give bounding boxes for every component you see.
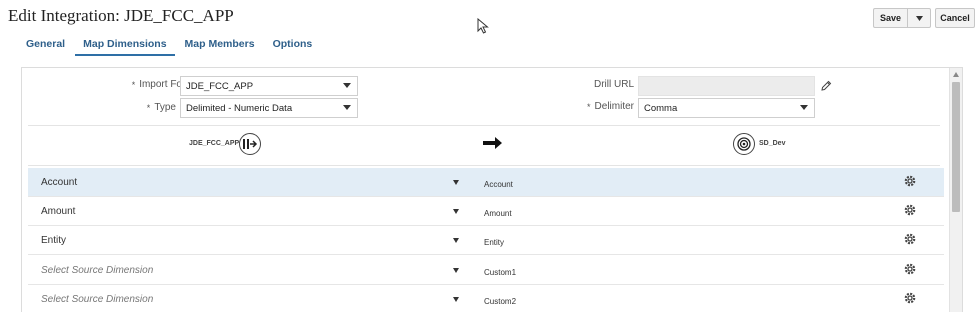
type-select[interactable]: Delimited - Numeric Data (180, 98, 358, 118)
tab-general[interactable]: General (18, 36, 73, 56)
source-connector-icon (239, 133, 261, 155)
gear-icon[interactable] (904, 175, 916, 187)
save-options-button[interactable] (907, 8, 931, 28)
save-button[interactable]: Save (873, 8, 907, 28)
tab-map-dimensions[interactable]: Map Dimensions (75, 36, 175, 56)
target-dimension: Account (484, 180, 513, 189)
source-dimension: Entity (41, 235, 67, 246)
divider (28, 125, 940, 126)
required-marker: * (146, 102, 151, 113)
source-app-name: JDE_FCC_APP (189, 140, 240, 147)
chevron-down-icon[interactable] (453, 268, 459, 273)
drill-url-input[interactable] (638, 76, 815, 96)
source-dimension-placeholder: Select Source Dimension (41, 294, 154, 305)
chevron-down-icon (800, 105, 808, 110)
type-label: Type (154, 102, 176, 113)
delimiter-label: Delimiter (594, 101, 634, 112)
tab-bar: General Map Dimensions Map Members Optio… (18, 36, 322, 56)
gear-icon[interactable] (904, 292, 916, 304)
mapping-row[interactable]: Select Source Dimension Custom2 (28, 285, 944, 312)
mapping-row[interactable]: Account Account (28, 168, 944, 197)
target-app-name: SD_Dev (759, 140, 786, 147)
mapping-row[interactable]: Select Source Dimension Custom1 (28, 256, 944, 285)
gear-icon[interactable] (904, 204, 916, 216)
mapping-row[interactable]: Amount Amount (28, 197, 944, 226)
mapping-row[interactable]: Entity Entity (28, 226, 944, 255)
vertical-scrollbar[interactable] (949, 68, 962, 312)
source-dimension: Account (41, 177, 78, 188)
source-dimension-placeholder: Select Source Dimension (41, 265, 154, 276)
import-format-select[interactable]: JDE_FCC_APP (180, 76, 358, 96)
page-title: Edit Integration: JDE_FCC_APP (8, 6, 234, 25)
target-dimension: Custom1 (484, 268, 517, 277)
chevron-down-icon[interactable] (453, 209, 459, 214)
tab-options[interactable]: Options (265, 36, 321, 56)
chevron-down-icon[interactable] (453, 297, 459, 302)
chevron-down-icon (343, 83, 351, 88)
mouse-pointer-icon (477, 18, 489, 34)
target-dimension: Entity (484, 238, 505, 247)
import-format-value: JDE_FCC_APP (186, 80, 254, 92)
delimiter-select[interactable]: Comma (638, 98, 815, 118)
right-arrow-icon (483, 137, 502, 149)
type-label-group: * Type (82, 102, 176, 113)
cancel-button[interactable]: Cancel (935, 8, 975, 28)
map-dimensions-panel: * Import Format JDE_FCC_APP * Type Delim… (21, 67, 963, 312)
gear-icon[interactable] (904, 263, 916, 275)
required-marker: * (587, 101, 591, 112)
source-dimension: Amount (41, 206, 76, 217)
tab-map-members[interactable]: Map Members (177, 36, 263, 56)
chevron-down-icon[interactable] (453, 238, 459, 243)
toolbar: Save Cancel (873, 8, 975, 28)
gear-icon[interactable] (904, 233, 916, 245)
edit-pencil-icon[interactable] (821, 80, 832, 91)
target-icon (733, 133, 755, 155)
save-button-group: Save (873, 8, 931, 28)
scroll-up-arrow-icon[interactable] (953, 72, 959, 77)
delimiter-value: Comma (644, 102, 678, 114)
required-marker: * (131, 79, 136, 90)
target-dimension: Amount (484, 209, 512, 218)
chevron-down-icon (343, 105, 351, 110)
chevron-down-icon (915, 15, 923, 21)
divider (28, 165, 940, 166)
scrollbar-thumb[interactable] (952, 82, 960, 212)
delimiter-label-group: * Delimiter (562, 101, 634, 112)
drill-url-label-group: Drill URL (562, 79, 634, 90)
type-value: Delimited - Numeric Data (186, 102, 293, 114)
drill-url-label: Drill URL (594, 79, 634, 90)
target-dimension: Custom2 (484, 297, 517, 306)
chevron-down-icon[interactable] (453, 180, 459, 185)
